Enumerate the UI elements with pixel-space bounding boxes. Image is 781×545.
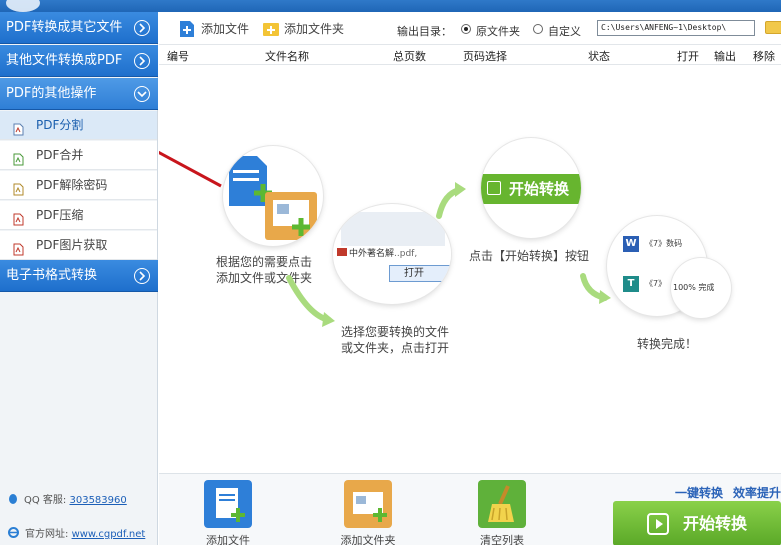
app-logo [6, 0, 40, 12]
title-strip [0, 0, 781, 12]
usage-guide: 根据您的需要点击 添加文件或文件夹 中外著名解..pdf, 打开 选择您要转换的文… [159, 66, 781, 473]
sidebar-item-pdf-image-extract[interactable]: PDF图片获取 [0, 231, 157, 260]
sidebar-item-pdf-split[interactable]: PDF分割 [0, 111, 157, 140]
col-number: 编号 [167, 50, 189, 63]
col-file-name: 文件名称 [265, 50, 309, 63]
qq-icon [8, 493, 18, 508]
sidebar-item-label: PDF解除密码 [36, 178, 108, 192]
folder-browse-icon[interactable] [765, 21, 781, 34]
output-path-field[interactable]: C:\Users\ANFENG~1\Desktop\ [597, 20, 755, 36]
col-total-pages: 总页数 [393, 50, 426, 63]
col-status: 状态 [588, 50, 610, 63]
sidebar-item-label: PDF图片获取 [36, 238, 108, 252]
toolbar: 添加文件 添加文件夹 输出目录： 原文件夹 自定义 C:\Users\ANFEN… [159, 12, 781, 45]
bottom-bar: 添加文件 添加文件夹 清空列表 一键转换 效率提升 开始转换 [159, 473, 781, 545]
col-page-select: 页码选择 [463, 50, 507, 63]
broom-icon [478, 480, 526, 528]
sidebar-item-label: PDF压缩 [36, 208, 84, 222]
sidebar-section-pdf-other-ops[interactable]: PDF的其他操作 [0, 78, 158, 110]
sidebar-section-label: 电子书格式转换 [6, 268, 98, 283]
add-folder-icon [344, 480, 392, 528]
add-folder-button[interactable]: 添加文件夹 [262, 20, 344, 38]
official-site: 官方网址: www.cgpdf.net [8, 525, 145, 541]
sidebar-item-pdf-unlock[interactable]: PDF解除密码 [0, 171, 157, 200]
qq-support: QQ 客服: 303583960 [8, 491, 127, 508]
bottom-clear-list-button[interactable]: 清空列表 [472, 480, 532, 545]
sidebar-section-pdf-to-other[interactable]: PDF转换成其它文件 [0, 12, 158, 44]
sidebar-section-ebook[interactable]: 电子书格式转换 [0, 260, 158, 292]
official-site-link[interactable]: www.cgpdf.net [72, 529, 146, 540]
sidebar-section-label: PDF的其他操作 [6, 86, 97, 101]
sidebar-item-label: PDF分割 [36, 118, 84, 132]
start-convert-button[interactable]: 开始转换 [613, 501, 781, 545]
output-dir-label: 输出目录： [397, 25, 452, 38]
bottom-add-file-button[interactable]: 添加文件 [198, 480, 258, 545]
app-window: PDF转换成其它文件 其他文件转换成PDF PDF的其他操作 PDF分割 PDF… [0, 0, 781, 545]
radio-custom-folder[interactable] [533, 24, 543, 34]
add-file-button[interactable]: 添加文件 [179, 20, 249, 38]
sidebar-section-label: PDF转换成其它文件 [6, 20, 123, 35]
col-remove: 移除 [753, 50, 775, 63]
radio-original-folder[interactable] [461, 24, 471, 34]
add-file-icon [179, 20, 195, 43]
add-folder-icon [262, 20, 280, 43]
radio-original-label: 原文件夹 [476, 25, 520, 38]
qq-number-link[interactable]: 303583960 [69, 495, 126, 506]
sidebar-item-pdf-compress[interactable]: PDF压缩 [0, 201, 157, 230]
ie-icon [8, 527, 19, 541]
sidebar-item-label: PDF合并 [36, 148, 84, 162]
chevron-right-icon [134, 53, 150, 69]
sidebar-section-other-to-pdf[interactable]: 其他文件转换成PDF [0, 45, 158, 77]
radio-custom-label: 自定义 [548, 25, 581, 38]
bottom-add-folder-button[interactable]: 添加文件夹 [338, 480, 398, 545]
col-open: 打开 [677, 50, 699, 63]
guide-arrows [159, 150, 611, 327]
col-output: 输出 [714, 50, 736, 63]
sidebar-section-label: 其他文件转换成PDF [6, 53, 123, 68]
chevron-right-icon [134, 20, 150, 36]
slogan: 一键转换 效率提升 [674, 486, 781, 500]
add-file-icon [204, 480, 252, 528]
chevron-down-icon [134, 86, 150, 102]
play-icon [647, 513, 669, 535]
file-table-header: 编号 文件名称 总页数 页码选择 状态 打开 输出 移除 [159, 45, 781, 65]
sidebar-item-pdf-merge[interactable]: PDF合并 [0, 141, 157, 170]
sidebar: PDF转换成其它文件 其他文件转换成PDF PDF的其他操作 PDF分割 PDF… [0, 12, 158, 545]
chevron-right-icon [134, 268, 150, 284]
